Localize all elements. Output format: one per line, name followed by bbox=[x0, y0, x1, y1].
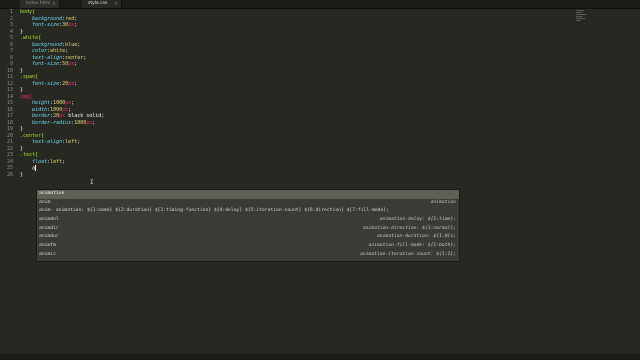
css-property: border-radius bbox=[32, 119, 72, 126]
autocomplete-item[interactable]: animdir animation-direction: ${1:normal}; bbox=[37, 225, 459, 234]
tab-label: index.html bbox=[26, 1, 50, 6]
code-line: font-size:30px; bbox=[32, 22, 78, 28]
css-value: center bbox=[65, 54, 84, 61]
code-line: font-size:50px; bbox=[32, 61, 78, 67]
css-property: background bbox=[32, 41, 63, 48]
autocomplete-hint: animation-fill-mode: ${1:both}; bbox=[368, 243, 457, 249]
css-value: blue bbox=[65, 41, 78, 48]
tab-index-html[interactable]: index.html × bbox=[20, 0, 60, 8]
autocomplete-item[interactable]: animfm animation-fill-mode: ${1:both}; bbox=[37, 242, 459, 251]
autocomplete-item[interactable]: animdel animation-delay: ${1:time}; bbox=[37, 216, 459, 225]
code-editor[interactable]: body{ background:red; font-size:30px; } … bbox=[20, 9, 580, 354]
autocomplete-hint: animation-duration: ${1:0}s; bbox=[376, 234, 456, 240]
autocomplete-trigger: animdel bbox=[39, 217, 59, 223]
autocomplete-trigger: animdur bbox=[39, 234, 59, 240]
code-line: font-size:20px; bbox=[32, 80, 78, 87]
css-selector: .span{ bbox=[20, 74, 39, 80]
css-value: left bbox=[50, 158, 63, 165]
css-selector: .text{ bbox=[20, 152, 39, 158]
css-value: left bbox=[65, 139, 78, 145]
autocomplete-hint: animation-iteration-count: ${1:1}; bbox=[360, 251, 456, 257]
css-selector: .white{ bbox=[20, 35, 42, 41]
autocomplete-item[interactable]: anim- animation: ${1:name} ${2:duration}… bbox=[37, 207, 459, 216]
tab-style-css[interactable]: style.css × bbox=[82, 0, 122, 8]
code-line: text-align:left; bbox=[32, 139, 81, 145]
css-number: 1000 bbox=[53, 100, 66, 106]
css-number: 1000 bbox=[74, 119, 87, 126]
css-value: white bbox=[50, 48, 66, 54]
css-property: height bbox=[32, 100, 51, 106]
line-number: 26 bbox=[6, 171, 13, 178]
css-value: black solid bbox=[65, 113, 102, 119]
css-selector: .center{ bbox=[20, 132, 45, 139]
code-line: border-radius:1000px; bbox=[32, 119, 96, 126]
close-icon[interactable]: × bbox=[52, 0, 56, 8]
minimap[interactable] bbox=[576, 10, 588, 24]
text-cursor bbox=[35, 165, 37, 171]
css-property: font-size bbox=[32, 22, 60, 28]
autocomplete-item[interactable]: anim animation bbox=[37, 199, 459, 208]
autocomplete-trigger: animation bbox=[39, 191, 65, 196]
css-selector: img{ bbox=[20, 93, 33, 100]
css-property: background bbox=[32, 15, 63, 22]
autocomplete-item[interactable]: animation bbox=[37, 190, 459, 199]
css-property: font-size bbox=[32, 61, 60, 67]
close-icon[interactable]: × bbox=[114, 0, 118, 8]
autocomplete-trigger: animdir bbox=[39, 225, 59, 231]
autocomplete-hint: animation-direction: ${1:normal}; bbox=[362, 225, 456, 231]
css-property: color bbox=[32, 48, 48, 54]
autocomplete-hint: animation bbox=[430, 199, 456, 205]
css-property: width bbox=[32, 106, 48, 113]
autocomplete-item[interactable]: animic animation-iteration-count: ${1:1}; bbox=[37, 251, 459, 260]
autocomplete-trigger: animic bbox=[39, 251, 56, 257]
tab-label: style.css bbox=[88, 1, 108, 6]
mouse-ibeam-icon: I bbox=[90, 179, 94, 186]
css-property: border bbox=[32, 113, 51, 119]
autocomplete-trigger: animfm bbox=[39, 243, 56, 249]
tab-bar: index.html × style.css × bbox=[0, 0, 640, 9]
css-property: font-size bbox=[32, 80, 60, 87]
css-number: 1000 bbox=[50, 106, 63, 113]
autocomplete-hint: animation-delay: ${1:time}; bbox=[379, 217, 456, 223]
css-property: text-align bbox=[32, 54, 63, 61]
autocomplete-popup: animation anim animation anim- animation: $… bbox=[36, 189, 460, 262]
status-bar bbox=[0, 354, 640, 360]
line-number-gutter: 1 2 3 4 5 6 7 8 9 10 11 12 13 14 15 16 17 18 19 20 21 22 23 24 2… bbox=[0, 9, 16, 354]
autocomplete-trigger: anim bbox=[39, 199, 51, 205]
css-property: text-align bbox=[32, 139, 63, 145]
autocomplete-trigger: anim- animation: ${1:name} ${2:duration}… bbox=[39, 208, 389, 214]
css-property: float bbox=[32, 158, 48, 165]
code-line: } bbox=[20, 171, 24, 178]
css-value: red bbox=[65, 15, 75, 22]
css-selector: body{ bbox=[20, 9, 36, 15]
autocomplete-item[interactable]: animdur animation-duration: ${1:0}s; bbox=[37, 233, 459, 242]
